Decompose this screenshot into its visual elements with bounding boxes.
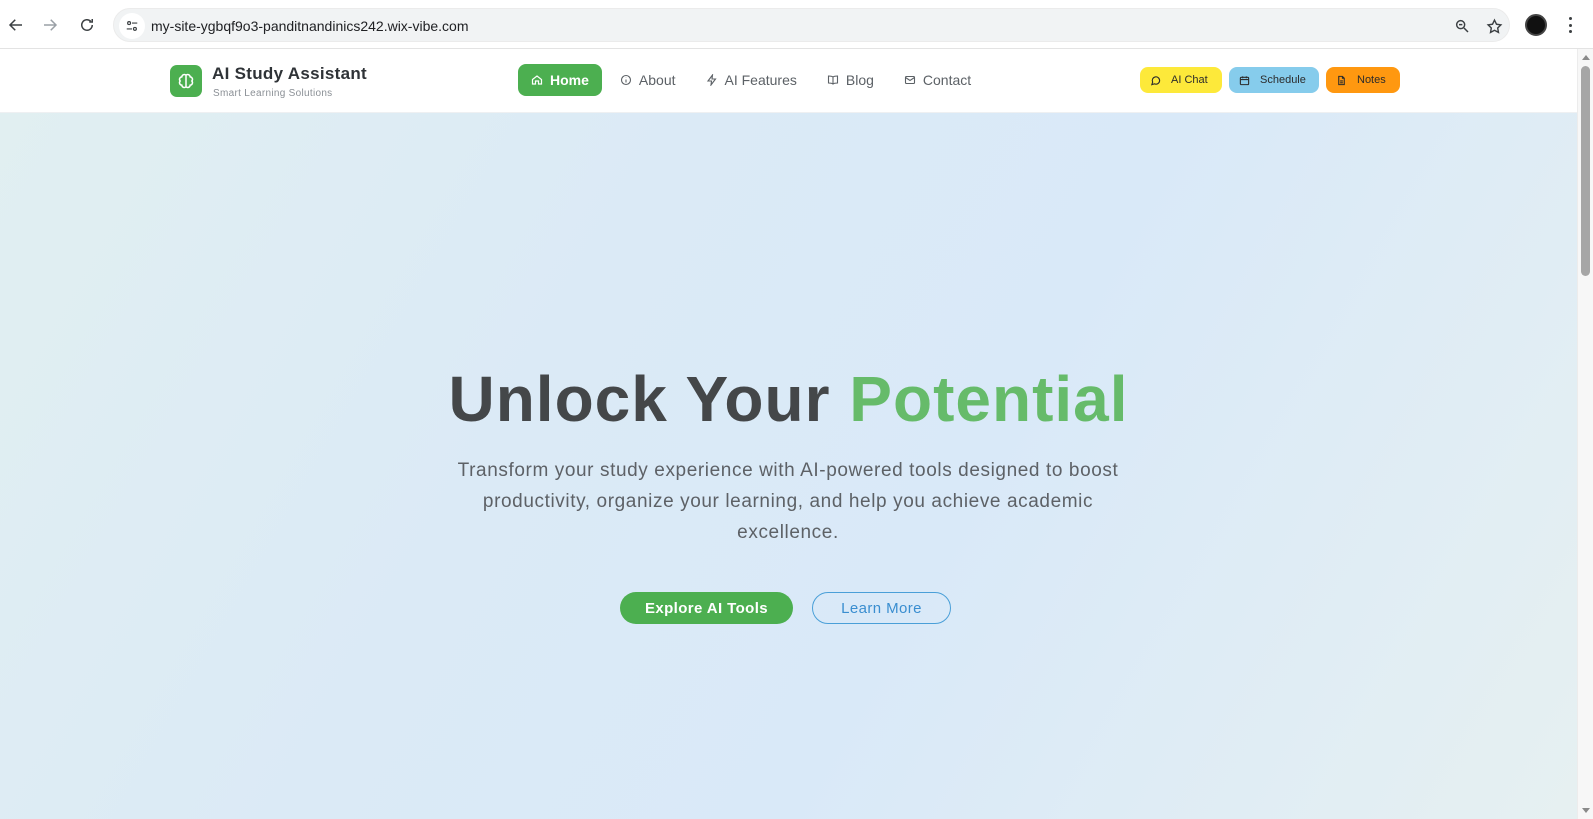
forward-icon[interactable] [37,12,63,38]
site-info-icon[interactable] [119,13,145,39]
calendar-icon [1239,75,1250,85]
document-icon [1338,75,1345,85]
site-header: AI Study Assistant Smart Learning Soluti… [0,49,1577,113]
lightning-icon [706,74,717,86]
hero-title-main: Unlock Your [448,363,850,435]
browser-toolbar: my-site-ygbqf9o3-panditnandinics242.wix-… [0,0,1593,49]
schedule-label: Schedule [1260,74,1306,86]
nav-item-ai-features[interactable]: AI Features [694,64,809,96]
scroll-down-icon[interactable] [1582,808,1590,813]
nav-item-label: AI Features [724,72,797,88]
brain-logo-icon[interactable] [170,65,202,97]
back-icon[interactable] [3,12,29,38]
nav-item-label: Home [550,72,589,88]
hero-section: Unlock Your Potential Transform your stu… [0,113,1577,819]
url-text[interactable]: my-site-ygbqf9o3-panditnandinics242.wix-… [151,18,469,34]
nav-item-label: About [638,72,676,88]
scrollbar-thumb[interactable] [1581,66,1590,276]
brand-title[interactable]: AI Study Assistant [212,64,367,84]
profile-avatar[interactable] [1525,14,1547,36]
ai-chat-button[interactable]: AI Chat [1140,67,1222,93]
notes-label: Notes [1357,74,1386,86]
brand-subtitle: Smart Learning Solutions [213,88,333,99]
ai-chat-label: AI Chat [1171,74,1208,86]
chat-icon [1150,75,1161,85]
main-nav: Home About AI Features Blog Contact [518,64,983,96]
star-icon[interactable] [1483,15,1505,37]
hero-title: Unlock Your Potential [0,362,1577,436]
notes-button[interactable]: Notes [1326,67,1400,93]
scroll-up-icon[interactable] [1582,55,1590,60]
explore-ai-tools-button[interactable]: Explore AI Tools [620,592,793,624]
book-icon [827,75,838,85]
address-bar[interactable]: my-site-ygbqf9o3-panditnandinics242.wix-… [113,8,1510,42]
page-scrollbar[interactable] [1577,49,1593,819]
zoom-icon[interactable] [1451,15,1473,37]
hero-description: Transform your study experience with AI-… [457,460,1119,543]
learn-more-button[interactable]: Learn More [812,592,951,624]
mail-icon [904,75,915,85]
nav-item-home[interactable]: Home [518,64,602,96]
info-icon [620,74,631,86]
reload-icon[interactable] [74,12,100,38]
hero-title-accent: Potential [849,363,1129,435]
nav-item-label: Contact [922,72,972,88]
menu-icon[interactable] [1565,14,1575,36]
nav-item-blog[interactable]: Blog [815,64,886,96]
home-icon [531,75,543,85]
nav-item-label: Blog [845,72,874,88]
nav-item-contact[interactable]: Contact [892,64,983,96]
schedule-button[interactable]: Schedule [1229,67,1319,93]
nav-item-about[interactable]: About [608,64,688,96]
